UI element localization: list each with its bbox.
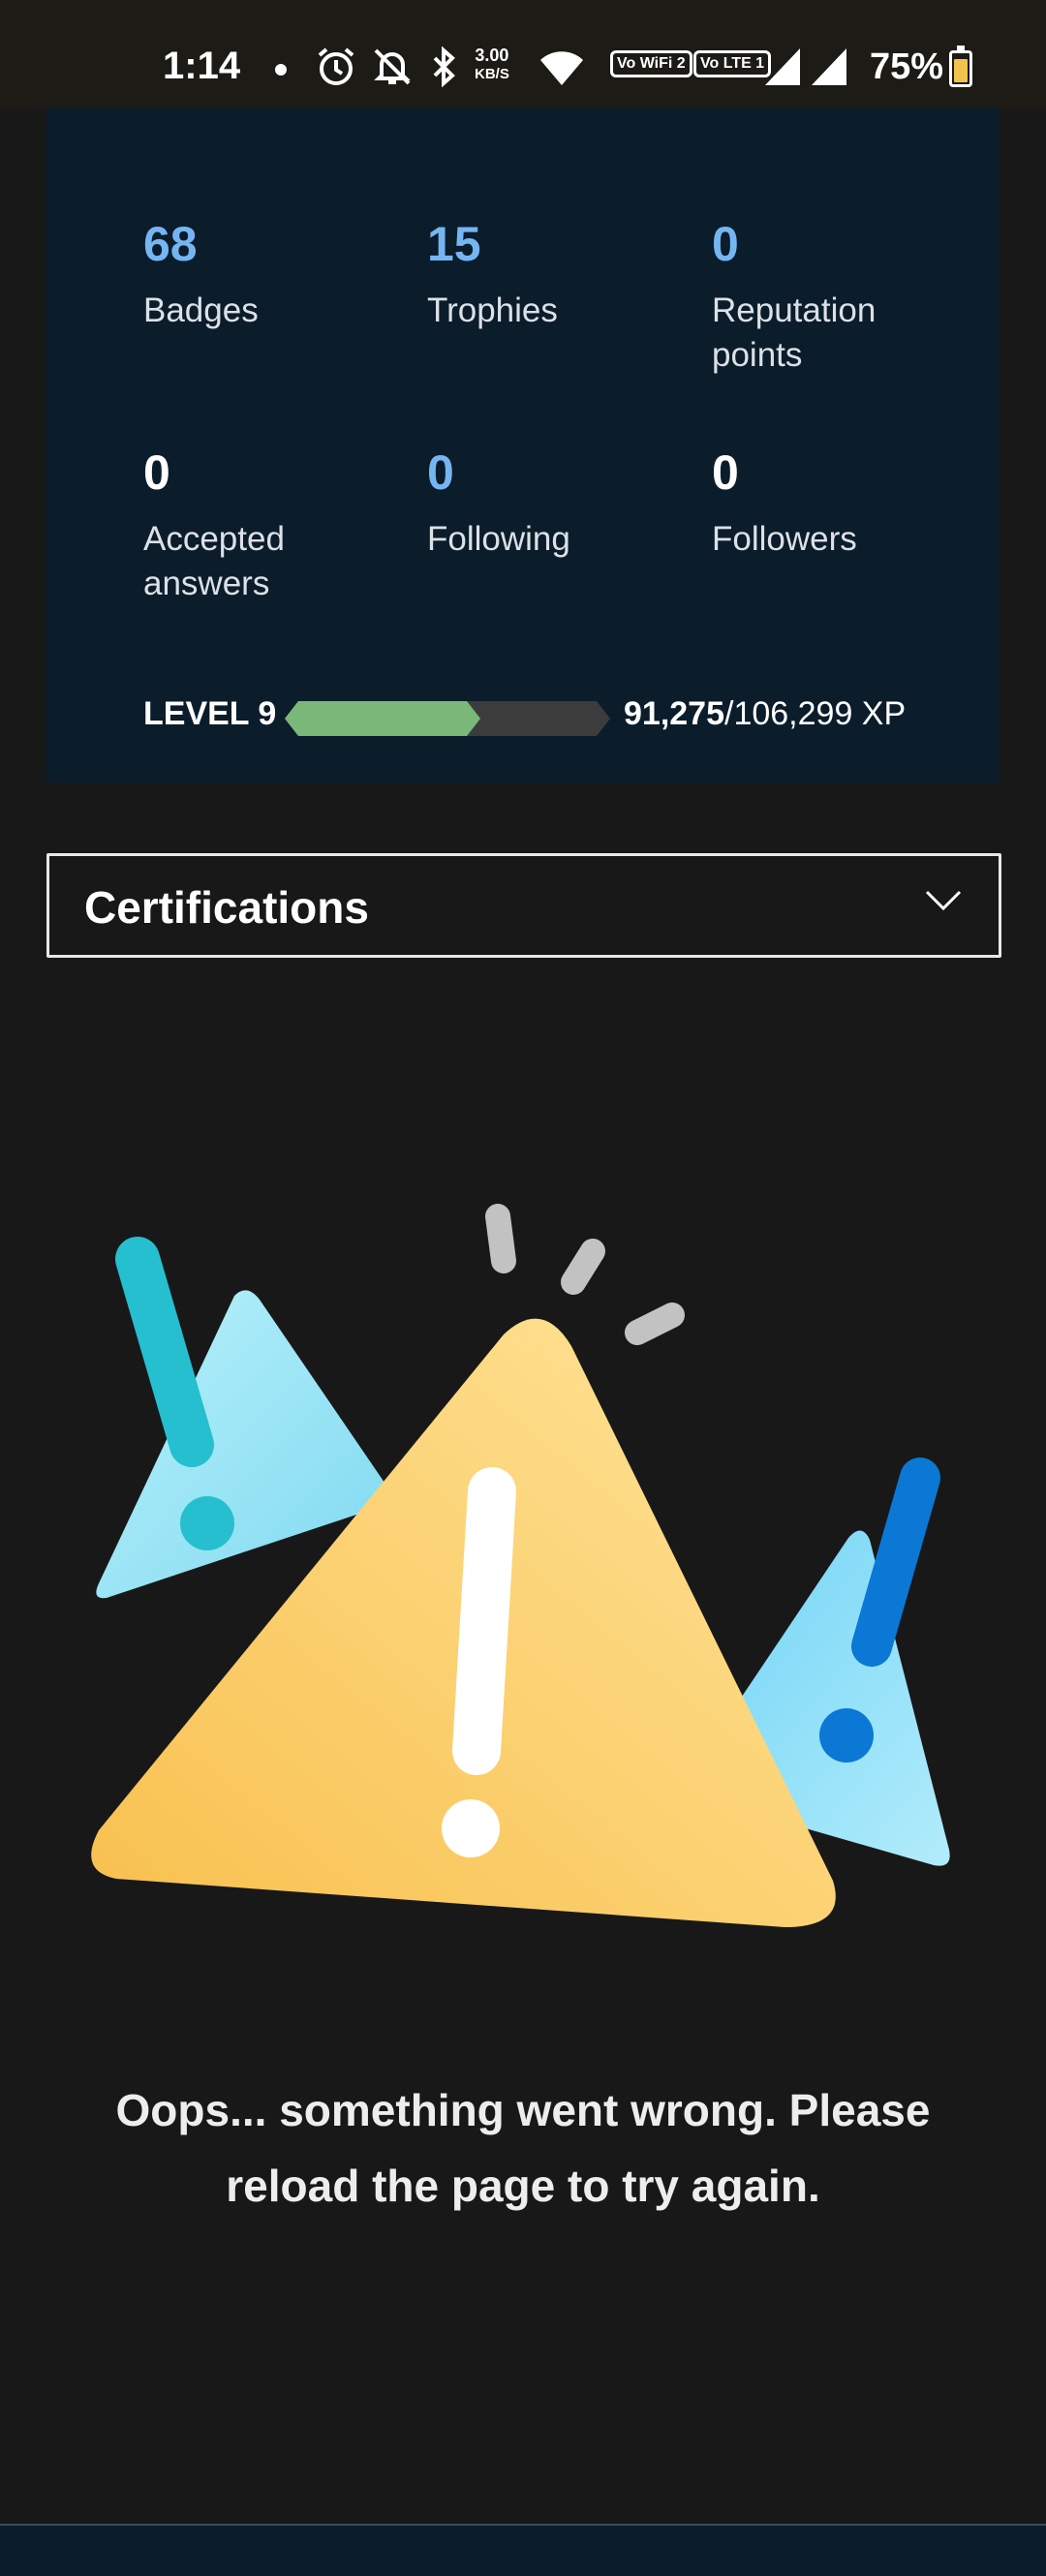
- volte-icon: Vo LTE 1: [693, 50, 772, 77]
- stat-value: 15: [427, 217, 481, 271]
- stat-reputation[interactable]: 0 Reputation points: [712, 215, 944, 378]
- level-progress: LEVEL 9 91,275/106,299 XP: [143, 690, 976, 748]
- status-bar: 1:14 3.00 KB/S Vo WiFi 2 Vo LTE 1 75%: [0, 0, 1046, 108]
- stat-accepted-answers[interactable]: 0 Accepted answers: [143, 444, 356, 606]
- stat-label: Reputation points: [712, 291, 877, 374]
- stat-label: Followers: [712, 520, 857, 558]
- signal-icon-2: [810, 46, 848, 92]
- level-label: LEVEL 9: [143, 695, 277, 732]
- stat-value: 0: [712, 445, 739, 500]
- mute-icon: [372, 46, 413, 92]
- battery-percent: 75%: [870, 46, 944, 87]
- stat-value: 0: [427, 445, 454, 500]
- stat-value: 0: [143, 445, 170, 500]
- stat-label: Badges: [143, 291, 259, 329]
- stat-label: Following: [427, 520, 570, 558]
- stat-followers[interactable]: 0 Followers: [712, 444, 983, 562]
- stat-value: 68: [143, 217, 198, 271]
- stat-value: 0: [712, 217, 739, 271]
- status-time: 1:14: [163, 45, 241, 87]
- stat-following[interactable]: 0 Following: [427, 444, 698, 562]
- warning-illustration: [77, 1191, 969, 1995]
- xp-progress-bar: [285, 701, 610, 736]
- wifi-icon: [538, 46, 585, 92]
- signal-icon: [763, 46, 802, 92]
- profile-stats-card: 68 Badges 15 Trophies 0 Reputation point…: [46, 108, 1000, 782]
- notification-dot-icon: [275, 64, 287, 76]
- network-speed: 3.00 KB/S: [475, 46, 509, 82]
- certifications-label: Certifications: [84, 882, 369, 933]
- stat-label: Trophies: [427, 291, 558, 329]
- stat-badges[interactable]: 68 Badges: [143, 215, 415, 333]
- bottom-bar: [0, 2524, 1046, 2576]
- stat-trophies[interactable]: 15 Trophies: [427, 215, 698, 333]
- stat-label: Accepted answers: [143, 520, 285, 602]
- chevron-down-icon: [925, 889, 962, 917]
- xp-text: 91,275/106,299 XP: [624, 695, 907, 732]
- vowifi-icon: Vo WiFi 2: [610, 50, 692, 77]
- alarm-icon: [316, 46, 356, 92]
- bluetooth-icon: [430, 46, 459, 92]
- battery-icon: [949, 46, 972, 87]
- certifications-dropdown[interactable]: Certifications: [46, 853, 1001, 958]
- error-message: Oops... something went wrong. Please rel…: [115, 2085, 931, 2211]
